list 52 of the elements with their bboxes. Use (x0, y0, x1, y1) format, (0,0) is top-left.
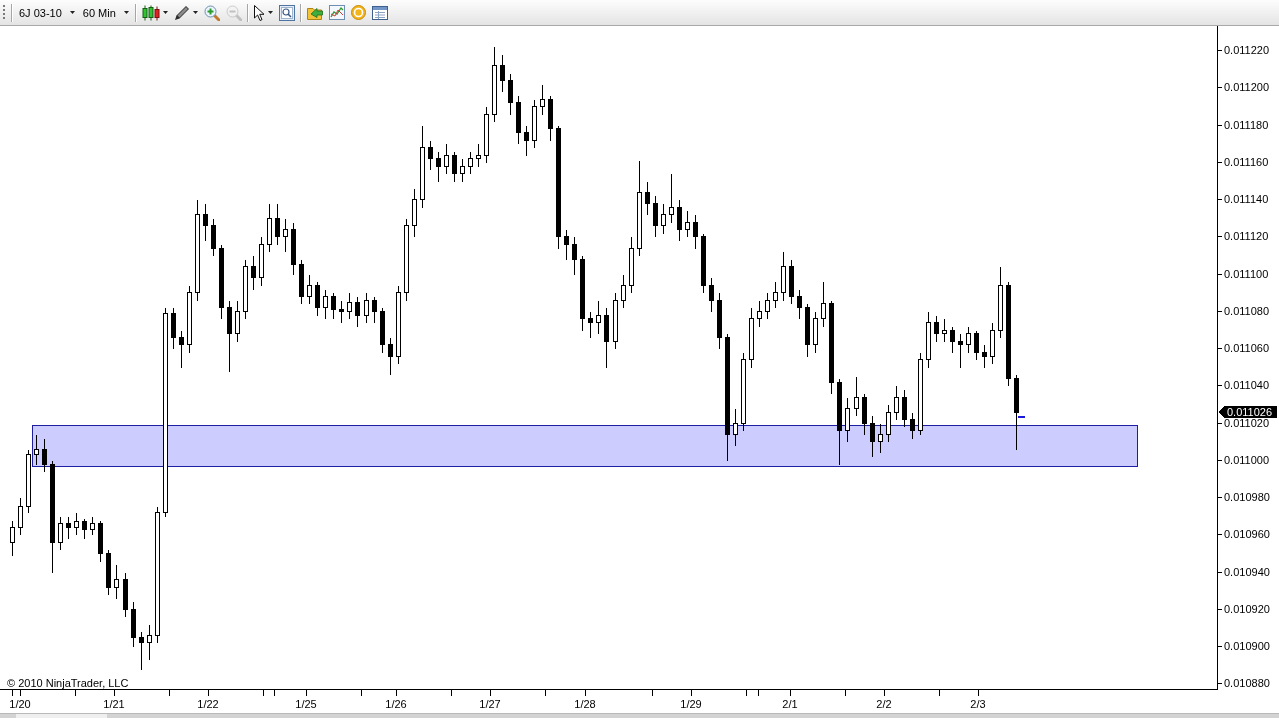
x-axis-label: 2/2 (876, 698, 892, 710)
y-axis-label: 0.011060 (1224, 342, 1270, 355)
caret-icon (162, 11, 168, 14)
y-axis-label: 0.011120 (1224, 230, 1269, 243)
line-chart-icon (328, 5, 345, 20)
x-axis-label: 2/1 (782, 698, 798, 710)
cursor-icon (253, 4, 265, 21)
y-axis-label: 0.010960 (1224, 528, 1270, 541)
y-axis-label: 0.011160 (1224, 155, 1269, 168)
zoom-window-icon (278, 4, 295, 21)
zoom-in-icon (203, 4, 220, 21)
scrollbar-thumb[interactable] (16, 714, 107, 718)
x-axis-label: 1/22 (197, 698, 219, 710)
interval-dropdown[interactable]: 60 Min (78, 1, 133, 24)
caret-icon (69, 11, 75, 14)
x-axis-label: 1/29 (680, 698, 702, 710)
table-icon (371, 5, 388, 20)
candlestick-icon (141, 4, 160, 21)
pencil-icon (173, 4, 190, 21)
caret-icon (123, 11, 129, 14)
y-axis-label: 0.011140 (1224, 193, 1269, 206)
zoom-out-icon (225, 4, 242, 21)
copyright-text: © 2010 NinjaTrader, LLC (7, 677, 129, 689)
last-price-label: 0.011026 (1218, 406, 1277, 418)
x-axis-label: 1/26 (385, 698, 407, 710)
x-axis-label: 1/28 (574, 698, 596, 710)
y-axis-label: 0.011180 (1224, 118, 1269, 131)
y-axis-label: 0.010920 (1224, 602, 1270, 615)
y-axis-label: 0.011020 (1224, 416, 1270, 429)
y-axis-label: 0.010900 (1224, 640, 1270, 653)
y-axis-label: 0.011100 (1224, 267, 1269, 280)
y-axis-label: 0.010980 (1224, 491, 1270, 504)
y-axis-label: 0.010940 (1224, 565, 1270, 578)
instrument-dropdown[interactable]: 6J 03-10 (15, 1, 79, 24)
grip-icon[interactable] (3, 5, 6, 20)
folder-icon (306, 5, 323, 20)
caret-icon (267, 11, 273, 14)
y-axis-label: 0.010880 (1224, 677, 1270, 690)
y-axis-label: 0.011000 (1224, 453, 1270, 466)
horizontal-scrollbar[interactable] (0, 713, 1279, 718)
x-axis-label: 1/25 (295, 698, 317, 710)
x-axis-label: 1/20 (9, 698, 31, 710)
y-axis-label: 0.011080 (1224, 304, 1270, 317)
x-axis-label: 1/27 (479, 698, 501, 710)
x-axis-label: 2/3 (970, 698, 986, 710)
x-axis-label: 1/21 (103, 698, 125, 710)
y-axis-label: 0.011200 (1224, 81, 1270, 94)
caret-icon (192, 11, 198, 14)
coin-icon (350, 5, 366, 20)
y-axis-label: 0.011220 (1224, 44, 1270, 57)
price-marker (1018, 416, 1025, 418)
y-axis-label: 0.011040 (1224, 379, 1270, 392)
